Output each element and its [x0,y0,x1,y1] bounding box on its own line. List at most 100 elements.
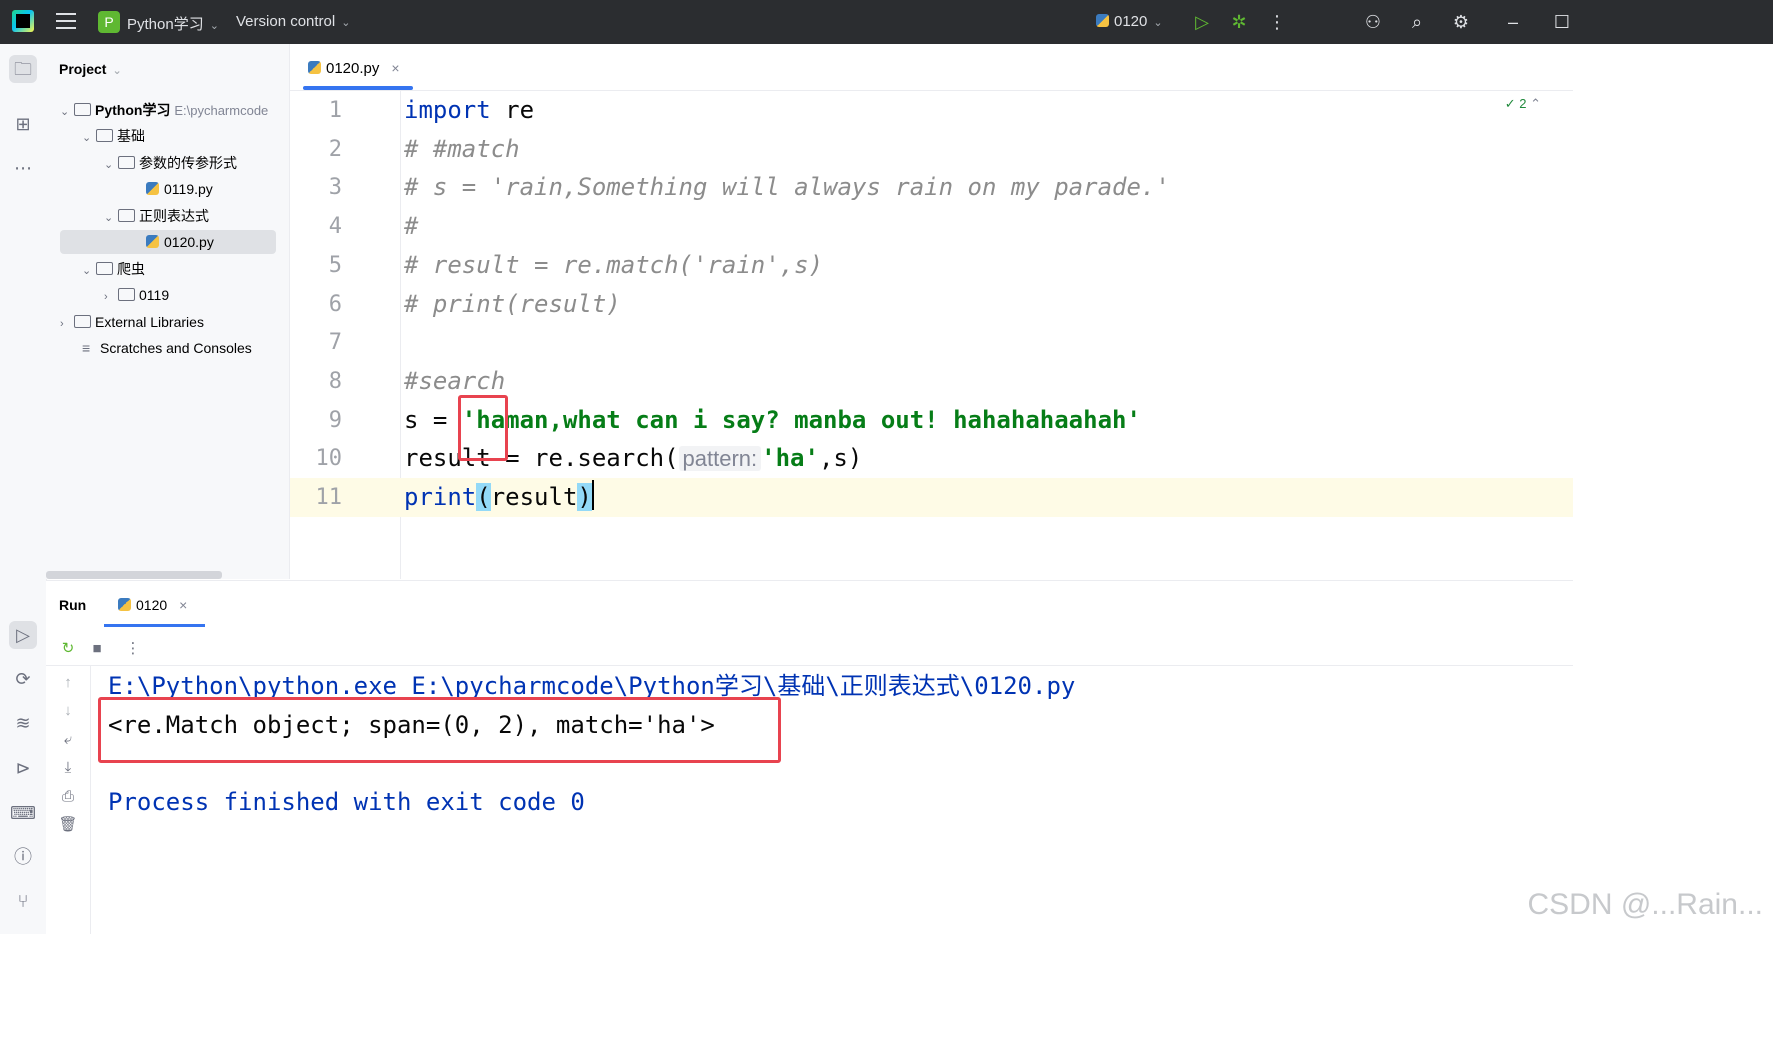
run-icon[interactable]: ▷ [1190,10,1214,34]
tree-item-file-selected[interactable]: 0120.py [60,230,276,254]
tree-item-root[interactable]: ⌄ Python学习 E:\pycharmcode [60,98,268,122]
line-number: 11 [315,485,343,510]
folder-icon [118,156,135,169]
title-bar: P Python学习 ⌄ Version control ⌄ 0120 ⌄ ▷ ✲ ⋮… [0,0,1773,44]
project-panel: Project ⌄ ⌄ Python学习 E:\pycharmcode ⌄ 基础 ⌄ 参… [46,44,290,579]
more-options-icon[interactable]: ⋮ [1265,10,1289,34]
active-tab-indicator [104,624,205,627]
tree-item-folder[interactable]: ⌄ 基础 [82,124,145,148]
scroll-to-end-icon[interactable]: ⤓ [58,758,78,778]
project-switcher[interactable]: Python学习 ⌄ [127,13,219,34]
code-line-current[interactable]: 11 print(result) [290,478,1573,517]
tree-item-folder[interactable]: ⌄ 爬虫 [82,257,145,281]
close-icon[interactable]: × [179,597,187,613]
tree-item-folder[interactable]: › 0119 [104,283,169,307]
soft-wrap-icon[interactable]: ⤶ [58,730,78,750]
chevron-down-icon: ⌄ [209,20,219,32]
code-line[interactable]: 7 [290,323,1573,362]
code-line[interactable]: 4 # [290,207,1573,246]
project-panel-title[interactable]: Project ⌄ [59,61,122,77]
add-user-icon[interactable]: ⚇ [1361,10,1385,34]
debug-icon[interactable]: ✲ [1227,10,1251,34]
editor-tab[interactable]: 0120.py × [302,44,406,90]
line-number: 7 [328,330,342,355]
folder-icon [96,262,113,275]
python-packages-icon[interactable]: ≋ [9,709,37,737]
scroll-up-icon[interactable]: ↑ [58,673,78,693]
scroll-down-icon[interactable]: ↓ [58,701,78,721]
project-badge[interactable]: P [98,11,120,33]
watermark: CSDN @...Rain... [1527,888,1763,921]
chevron-down-icon: ⌄ [112,65,122,77]
line-number: 4 [328,214,342,239]
tree-item-folder[interactable]: ⌄ 参数的传参形式 [104,151,237,175]
line-number: 6 [328,292,342,317]
structure-icon[interactable]: ⊞ [9,110,37,138]
string-literal: 'ha' [761,444,819,472]
code-editor[interactable]: 0120.py × ✓ 2 ⌃ 1 import re 2 # #match 3 # s… [290,44,1573,579]
python-file-icon [146,182,159,195]
line-number: 10 [315,446,343,471]
library-icon [74,315,91,328]
chevron-down-icon: ⌄ [104,159,114,171]
python-console-icon[interactable]: ⟳ [9,665,37,693]
matching-brace: ) [577,483,592,511]
run-side-toolbar: ↑ ↓ ⤶ ⤓ ⎙ 🗑 [46,665,91,935]
settings-gear-icon[interactable]: ⚙ [1449,10,1473,34]
chevron-down-icon: ⌄ [82,132,92,144]
stop-icon[interactable]: ■ [87,639,107,659]
trash-icon[interactable]: 🗑 [58,815,78,835]
problems-icon[interactable]: ⓘ [9,843,37,871]
line-number: 8 [328,369,342,394]
line-number: 2 [328,137,342,162]
folder-icon [118,288,135,301]
chevron-right-icon: › [104,291,108,303]
string-literal: 'haman,what can i say? manba out! hahaha… [461,406,1141,434]
more-tools-icon[interactable]: ⋯ [9,154,37,182]
tree-item-folder[interactable]: ⌄ 正则表达式 [104,204,209,228]
chevron-down-icon: ⌄ [82,265,92,277]
line-number: 5 [328,253,342,278]
highlight-annotation-box [98,697,781,763]
git-icon[interactable]: ⑂ [9,887,37,915]
search-icon[interactable]: ⌕ [1405,10,1429,34]
services-icon[interactable]: ⊳ [9,754,37,782]
tree-item-libraries[interactable]: › External Libraries [60,310,204,334]
python-icon [1096,14,1109,27]
python-file-icon [146,235,159,248]
matching-brace: ( [476,483,491,511]
page-background [0,934,1773,1056]
code-line[interactable]: 1 import re [290,91,1573,130]
run-tab[interactable]: 0120 × [118,597,187,613]
code-line[interactable]: 6 # print(result) [290,285,1573,324]
code-line[interactable]: 2 # #match [290,130,1573,169]
vcs-label: Version control [236,13,336,30]
rerun-icon[interactable]: ↻ [58,639,78,659]
close-icon[interactable]: × [391,60,399,76]
vcs-menu[interactable]: Version control ⌄ [236,13,350,30]
text-caret [591,480,594,510]
run-tab-bar: Run 0120 × [46,581,1573,627]
main-menu-icon[interactable] [56,13,76,31]
code-line[interactable]: 5 # result = re.match('rain',s) [290,246,1573,285]
run-toolbar: ↻ ■ ⋮ [46,633,1573,666]
tree-item-file[interactable]: 0119.py [146,177,213,201]
run-tool-icon[interactable]: ▷ [9,621,37,649]
editor-tab-bar: 0120.py × [290,44,1573,91]
project-folder-icon[interactable]: 🗀 [9,55,37,83]
python-icon [118,598,131,611]
print-icon[interactable]: ⎙ [58,787,78,807]
chevron-down-icon: ⌄ [104,212,114,224]
tree-item-scratches[interactable]: ≡ Scratches and Consoles [82,336,252,360]
folder-icon [118,209,135,222]
python-file-icon [308,61,321,74]
minimize-icon[interactable]: – [1501,10,1525,34]
maximize-icon[interactable]: ☐ [1550,10,1574,34]
more-options-icon[interactable]: ⋮ [123,639,143,659]
line-number: 1 [328,98,342,123]
run-config-selector[interactable]: 0120 ⌄ [1096,13,1163,30]
horizontal-scrollbar[interactable] [46,571,222,579]
code-line[interactable]: 3 # s = 'rain,Something will always rain … [290,168,1573,207]
scratches-icon: ≡ [82,340,91,356]
terminal-icon[interactable]: ⌨ [9,799,37,827]
